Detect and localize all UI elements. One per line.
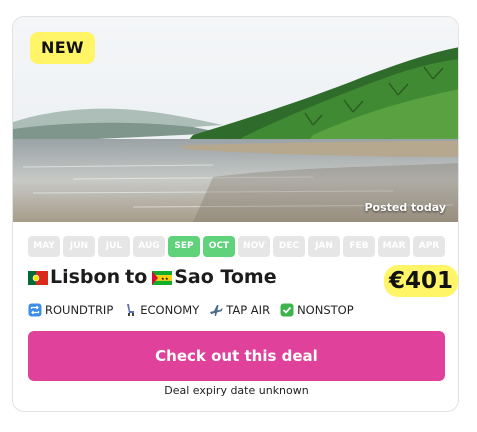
month-oct: OCT	[203, 236, 235, 257]
month-jul: JUL	[98, 236, 130, 257]
seat-icon	[127, 304, 135, 316]
tag-roundtrip: ROUNDTRIP	[28, 303, 113, 317]
deal-tags: ROUNDTRIP ECONOMY TAP AIR NONSTOP	[28, 303, 364, 317]
travel-months: MAY JUN JUL AUG SEP OCT NOV DEC JAN FEB …	[28, 236, 445, 257]
tag-economy: ECONOMY	[123, 303, 199, 317]
tag-airline: TAP AIR	[209, 303, 270, 317]
month-dec: DEC	[273, 236, 305, 257]
month-mar: MAR	[378, 236, 410, 257]
posted-date: Posted today	[364, 201, 446, 214]
sao-tome-flag-icon: ★ ★	[152, 271, 173, 285]
month-jan: JAN	[308, 236, 340, 257]
svg-text:★: ★	[165, 276, 169, 281]
checkmark-icon	[280, 303, 294, 317]
route-title: Lisbon to ★ ★ Sao Tome	[28, 266, 277, 288]
month-aug: AUG	[133, 236, 165, 257]
origin-city: Lisbon	[50, 266, 121, 288]
price-badge: €401	[384, 265, 458, 297]
new-badge: NEW	[30, 32, 95, 64]
tag-nonstop-label: NONSTOP	[297, 303, 354, 317]
month-jun: JUN	[63, 236, 95, 257]
deal-card[interactable]: NEW Posted today MAY JUN JUL AUG SEP OCT…	[12, 16, 459, 412]
tag-economy-label: ECONOMY	[140, 303, 200, 317]
airplane-icon	[210, 305, 223, 316]
month-apr: APR	[413, 236, 445, 257]
destination-city: Sao Tome	[174, 266, 277, 288]
month-nov: NOV	[238, 236, 270, 257]
tag-roundtrip-label: ROUNDTRIP	[45, 303, 114, 317]
month-sep: SEP	[168, 236, 200, 257]
month-feb: FEB	[343, 236, 375, 257]
repeat-icon	[28, 303, 42, 317]
portugal-flag-icon	[28, 271, 48, 285]
route-connector: to	[125, 266, 148, 288]
destination-photo: NEW Posted today	[13, 17, 458, 222]
month-may: MAY	[28, 236, 60, 257]
deal-expiry-note: Deal expiry date unknown	[164, 384, 309, 397]
check-out-deal-button[interactable]: Check out this deal	[28, 331, 445, 381]
tag-airline-label: TAP AIR	[226, 303, 271, 317]
tag-nonstop: NONSTOP	[280, 303, 354, 317]
